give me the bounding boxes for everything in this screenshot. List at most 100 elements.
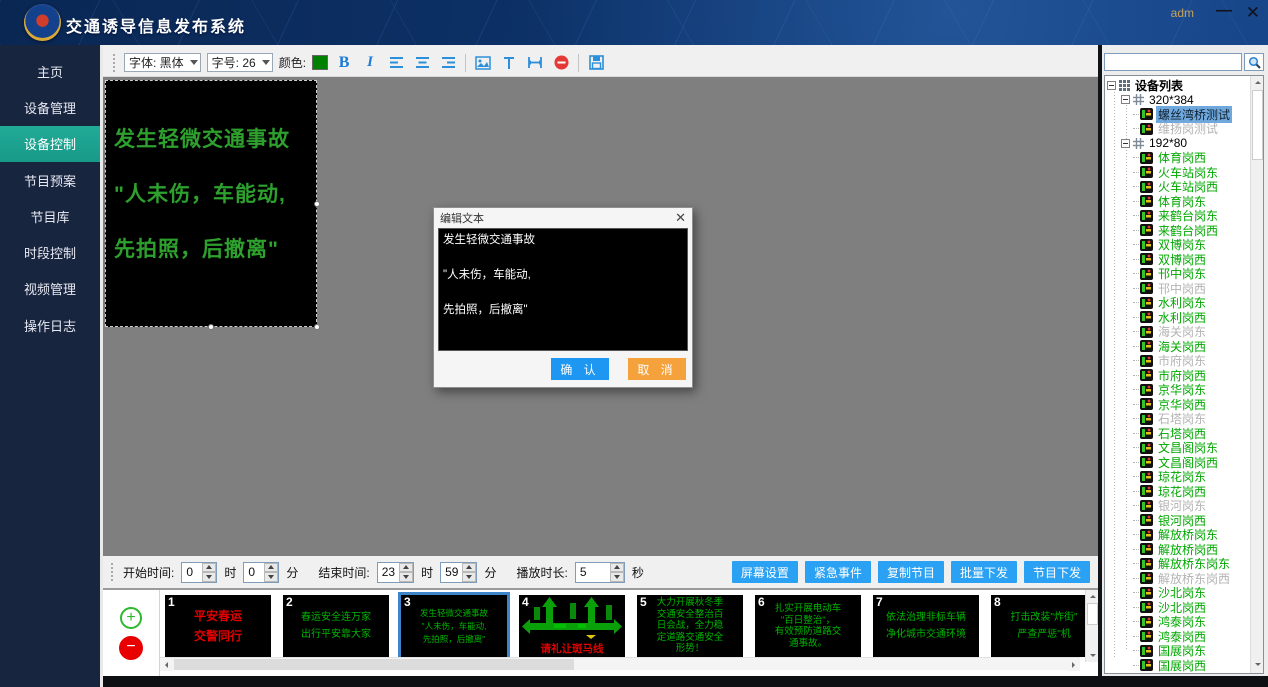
scrollbar-thumb[interactable]	[1252, 90, 1263, 160]
add-program-button[interactable]: +	[120, 607, 142, 629]
current-user[interactable]: adm	[1171, 6, 1194, 20]
sidebar-item[interactable]: 设备控制	[0, 126, 100, 162]
resize-handle-corner[interactable]	[314, 324, 320, 330]
tree-connector	[1133, 331, 1139, 332]
program-number: 4	[522, 595, 529, 609]
dialog-close-icon[interactable]: ✕	[675, 210, 686, 226]
editor-canvas: 发生轻微交通事故 "人未伤，车能动, 先拍照，后撤离" 编辑文本 ✕ 发生轻微交…	[103, 76, 1098, 556]
vertical-scrollbar[interactable]	[1085, 590, 1098, 662]
end-minute-stepper[interactable]: 59	[440, 562, 477, 583]
insert-text-button[interactable]	[499, 53, 519, 73]
end-hour-stepper[interactable]: 23	[377, 562, 414, 583]
duration-stepper[interactable]: 5	[575, 562, 625, 583]
scrollbar-thumb[interactable]	[1087, 603, 1098, 625]
align-right-button[interactable]	[438, 53, 458, 73]
minimize-icon[interactable]: —	[1216, 2, 1232, 20]
sidebar-item[interactable]: 时段控制	[0, 234, 100, 270]
sidebar-item[interactable]: 设备管理	[0, 89, 100, 125]
traffic-signal-icon	[1140, 471, 1153, 483]
action-button[interactable]: 节目下发	[1024, 561, 1090, 583]
program-thumbnail[interactable]: 5 大力开展秋冬季交通安全整治百日会战，全力稳定道路交通安全形势！	[637, 595, 743, 657]
program-thumbnail[interactable]: 6 扎实开展电动车"百日整治"，有效预防道路交通事故。	[755, 595, 861, 657]
action-button[interactable]: 复制节目	[878, 561, 944, 583]
horizontal-scrollbar[interactable]	[160, 657, 1080, 670]
device-tree-item[interactable]: 维扬岗测试	[1105, 122, 1251, 137]
sidebar-item-label: 设备控制	[24, 134, 76, 153]
align-left-button[interactable]	[386, 53, 406, 73]
search-icon	[1248, 56, 1261, 69]
spin-up-icon[interactable]	[462, 563, 476, 573]
confirm-button[interactable]: 确 认	[551, 358, 609, 380]
device-tree-item[interactable]: 国展岗西	[1105, 658, 1251, 673]
italic-button[interactable]: I	[360, 53, 380, 73]
color-swatch[interactable]	[312, 55, 328, 70]
device-search-input[interactable]	[1104, 53, 1242, 71]
scroll-up-icon[interactable]	[1086, 590, 1098, 603]
spin-down-icon[interactable]	[202, 572, 216, 582]
scroll-down-icon[interactable]	[1086, 649, 1098, 662]
close-icon[interactable]: ✕	[1246, 3, 1260, 23]
tree-scrollbar[interactable]	[1250, 76, 1263, 673]
scroll-right-icon[interactable]	[1067, 658, 1080, 671]
spin-down-icon[interactable]	[610, 572, 624, 582]
scroll-left-icon[interactable]	[160, 658, 173, 671]
font-family-select[interactable]: 字体: 黑体	[124, 53, 201, 72]
traffic-signal-icon	[1140, 659, 1153, 671]
spin-up-icon[interactable]	[264, 563, 278, 573]
program-thumbnail[interactable]: 1 平安春运交警同行	[165, 595, 271, 657]
marquee-button[interactable]	[525, 53, 545, 73]
insert-image-button[interactable]	[473, 53, 493, 73]
sidebar-item[interactable]: 操作日志	[0, 307, 100, 343]
start-hour-stepper[interactable]: 0	[181, 562, 217, 583]
remove-program-button[interactable]: −	[119, 636, 143, 660]
start-minute-stepper[interactable]: 0	[243, 562, 279, 583]
scroll-up-icon[interactable]	[1251, 76, 1264, 89]
spin-down-icon[interactable]	[462, 572, 476, 582]
traffic-signal-icon	[1140, 558, 1153, 570]
delete-button[interactable]	[551, 53, 571, 73]
action-button[interactable]: 紧急事件	[805, 561, 871, 583]
scrollbar-thumb[interactable]	[174, 659, 574, 670]
collapse-icon[interactable]	[1107, 81, 1116, 90]
collapse-icon[interactable]	[1121, 139, 1130, 148]
hour-unit: 时	[421, 564, 433, 581]
collapse-icon[interactable]	[1121, 95, 1130, 104]
program-thumbnail[interactable]: 7 依法治理非标车辆净化城市交通环境	[873, 595, 979, 657]
tree-connector	[1133, 665, 1139, 666]
sidebar-item[interactable]: 节目库	[0, 198, 100, 234]
resize-handle-bottom[interactable]	[208, 324, 214, 330]
action-button[interactable]: 屏幕设置	[732, 561, 798, 583]
program-number: 2	[286, 595, 293, 609]
font-size-select[interactable]: 字号: 26	[207, 53, 273, 72]
cancel-button[interactable]: 取 消	[628, 358, 686, 380]
search-button[interactable]	[1244, 53, 1264, 71]
sidebar-item[interactable]: 主页	[0, 53, 100, 89]
traffic-signal-icon	[1140, 195, 1153, 207]
tree-connector	[1133, 607, 1139, 608]
tree-root-row[interactable]: 设备列表	[1105, 78, 1251, 93]
spin-up-icon[interactable]	[202, 563, 216, 573]
program-thumbnail[interactable]: 2 春运安全连万家出行平安靠大家	[283, 595, 389, 657]
spin-up-icon[interactable]	[610, 563, 624, 573]
tree-connector	[1133, 462, 1139, 463]
program-thumbnail[interactable]: 3 发生轻微交通事故"人未伤，车能动,先拍照，后撤离"	[401, 595, 507, 657]
action-button[interactable]: 批量下发	[951, 561, 1017, 583]
sidebar-item[interactable]: 视频管理	[0, 271, 100, 307]
spin-down-icon[interactable]	[264, 572, 278, 582]
program-thumbnail[interactable]: 4 请礼让斑马线	[519, 595, 625, 657]
align-center-button[interactable]	[412, 53, 432, 73]
led-preview-panel[interactable]: 发生轻微交通事故 "人未伤，车能动, 先拍照，后撤离"	[105, 80, 317, 327]
traffic-signal-icon	[1140, 616, 1153, 628]
save-button[interactable]	[586, 53, 606, 73]
program-thumbnail[interactable]: 8 打击改装"炸街"严查严惩"机	[991, 595, 1097, 657]
dialog-textarea[interactable]: 发生轻微交通事故 "人未伤，车能动, 先拍照，后撤离"	[438, 228, 688, 351]
sidebar-item[interactable]: 节目预案	[0, 162, 100, 198]
traffic-signal-icon	[1140, 152, 1153, 164]
device-panel: 设备列表 320*384 螺丝湾桥测试 维扬岗测试 192*80 体育岗西 火车…	[1102, 45, 1268, 676]
scroll-down-icon[interactable]	[1251, 658, 1264, 671]
spin-up-icon[interactable]	[399, 563, 413, 573]
dialog-titlebar[interactable]: 编辑文本 ✕	[434, 208, 692, 228]
bold-button[interactable]: B	[334, 53, 354, 73]
resize-handle-right[interactable]	[314, 201, 320, 207]
spin-down-icon[interactable]	[399, 572, 413, 582]
